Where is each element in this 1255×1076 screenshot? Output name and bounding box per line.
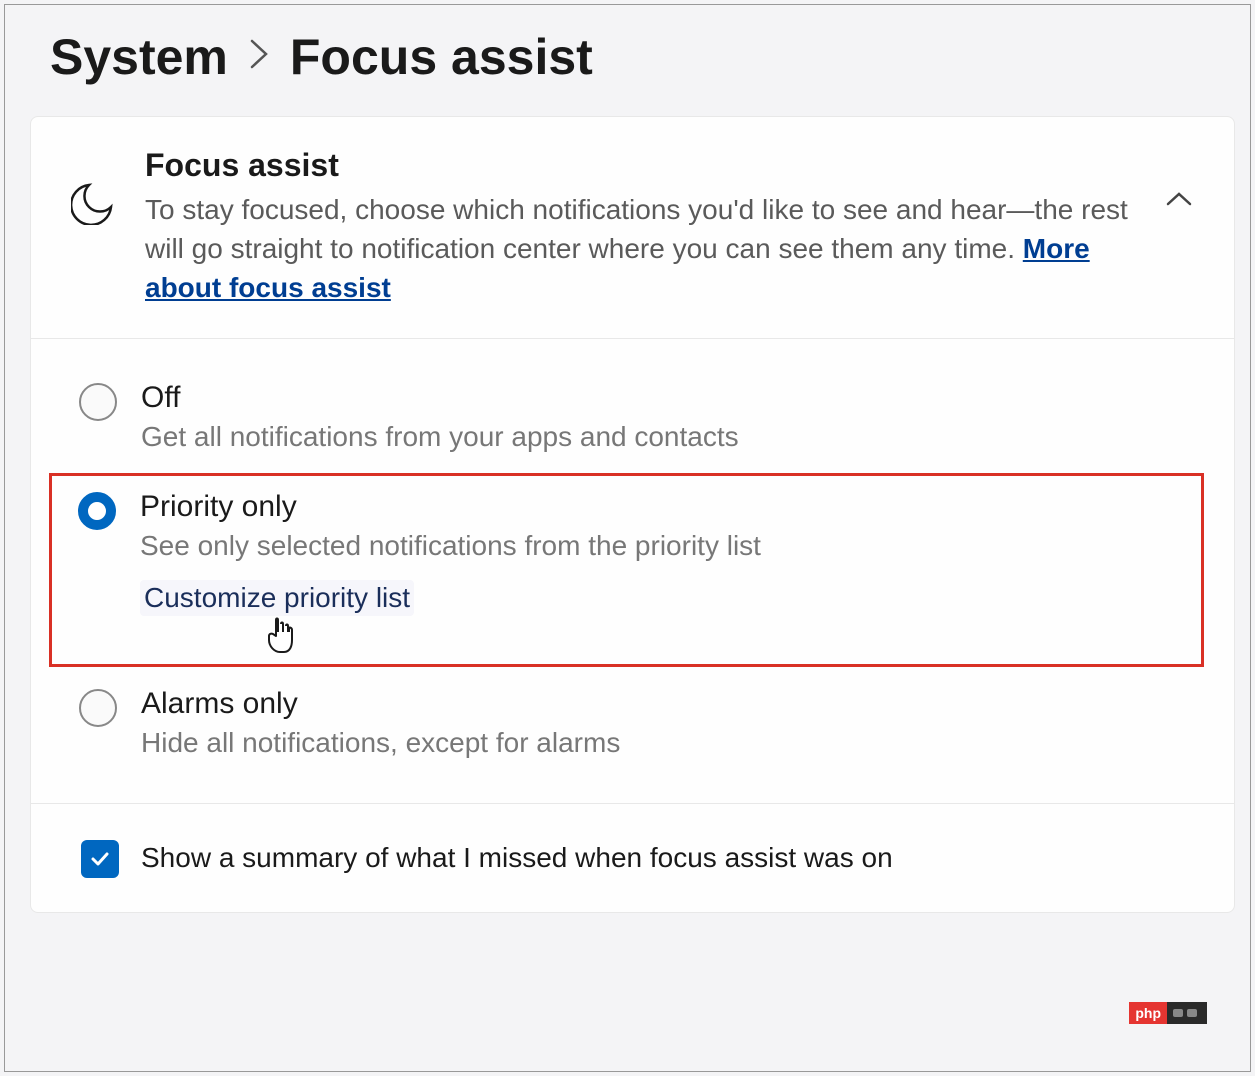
radio-option-alarms[interactable]: Alarms only Hide all notifications, exce… [31,673,1234,773]
radio-option-off[interactable]: Off Get all notifications from your apps… [31,367,1234,467]
cursor-hand-icon [262,614,298,661]
watermark-text: php [1129,1002,1167,1024]
summary-checkbox-section: Show a summary of what I missed when foc… [31,804,1234,912]
radio-text-off: Off Get all notifications from your apps… [141,381,1194,453]
section-description: To stay focused, choose which notificati… [145,190,1136,308]
radio-option-priority[interactable]: Priority only See only selected notifica… [49,473,1204,667]
radio-desc-alarms: Hide all notifications, except for alarm… [141,727,1194,759]
customize-priority-link[interactable]: Customize priority list [140,580,414,616]
radio-label-priority: Priority only [140,490,1161,524]
breadcrumb-current: Focus assist [290,28,593,86]
radio-text-alarms: Alarms only Hide all notifications, exce… [141,687,1194,759]
radio-circle-priority[interactable] [78,492,116,530]
watermark: php [1129,1002,1207,1024]
radio-label-off: Off [141,381,1194,415]
breadcrumb: System Focus assist [20,10,1235,116]
watermark-cn-icon [1167,1002,1207,1024]
radio-circle-alarms[interactable] [79,689,117,727]
focus-assist-card: Focus assist To stay focused, choose whi… [30,116,1235,913]
chevron-right-icon [248,36,270,78]
section-title: Focus assist [145,147,1136,184]
chevron-up-icon[interactable] [1164,189,1194,214]
check-icon [88,847,112,871]
radio-desc-priority: See only selected notifications from the… [140,530,1161,562]
summary-checkbox-label: Show a summary of what I missed when foc… [141,838,893,877]
radio-circle-off[interactable] [79,383,117,421]
section-header-text: Focus assist To stay focused, choose whi… [145,147,1136,308]
radio-text-priority: Priority only See only selected notifica… [140,490,1161,616]
focus-mode-radio-group: Off Get all notifications from your apps… [31,339,1234,804]
section-header: Focus assist To stay focused, choose whi… [31,117,1234,339]
radio-label-alarms: Alarms only [141,687,1194,721]
summary-checkbox[interactable] [81,840,119,878]
breadcrumb-parent[interactable]: System [50,28,228,86]
radio-desc-off: Get all notifications from your apps and… [141,421,1194,453]
section-description-text: To stay focused, choose which notificati… [145,194,1128,264]
moon-icon [71,179,117,230]
